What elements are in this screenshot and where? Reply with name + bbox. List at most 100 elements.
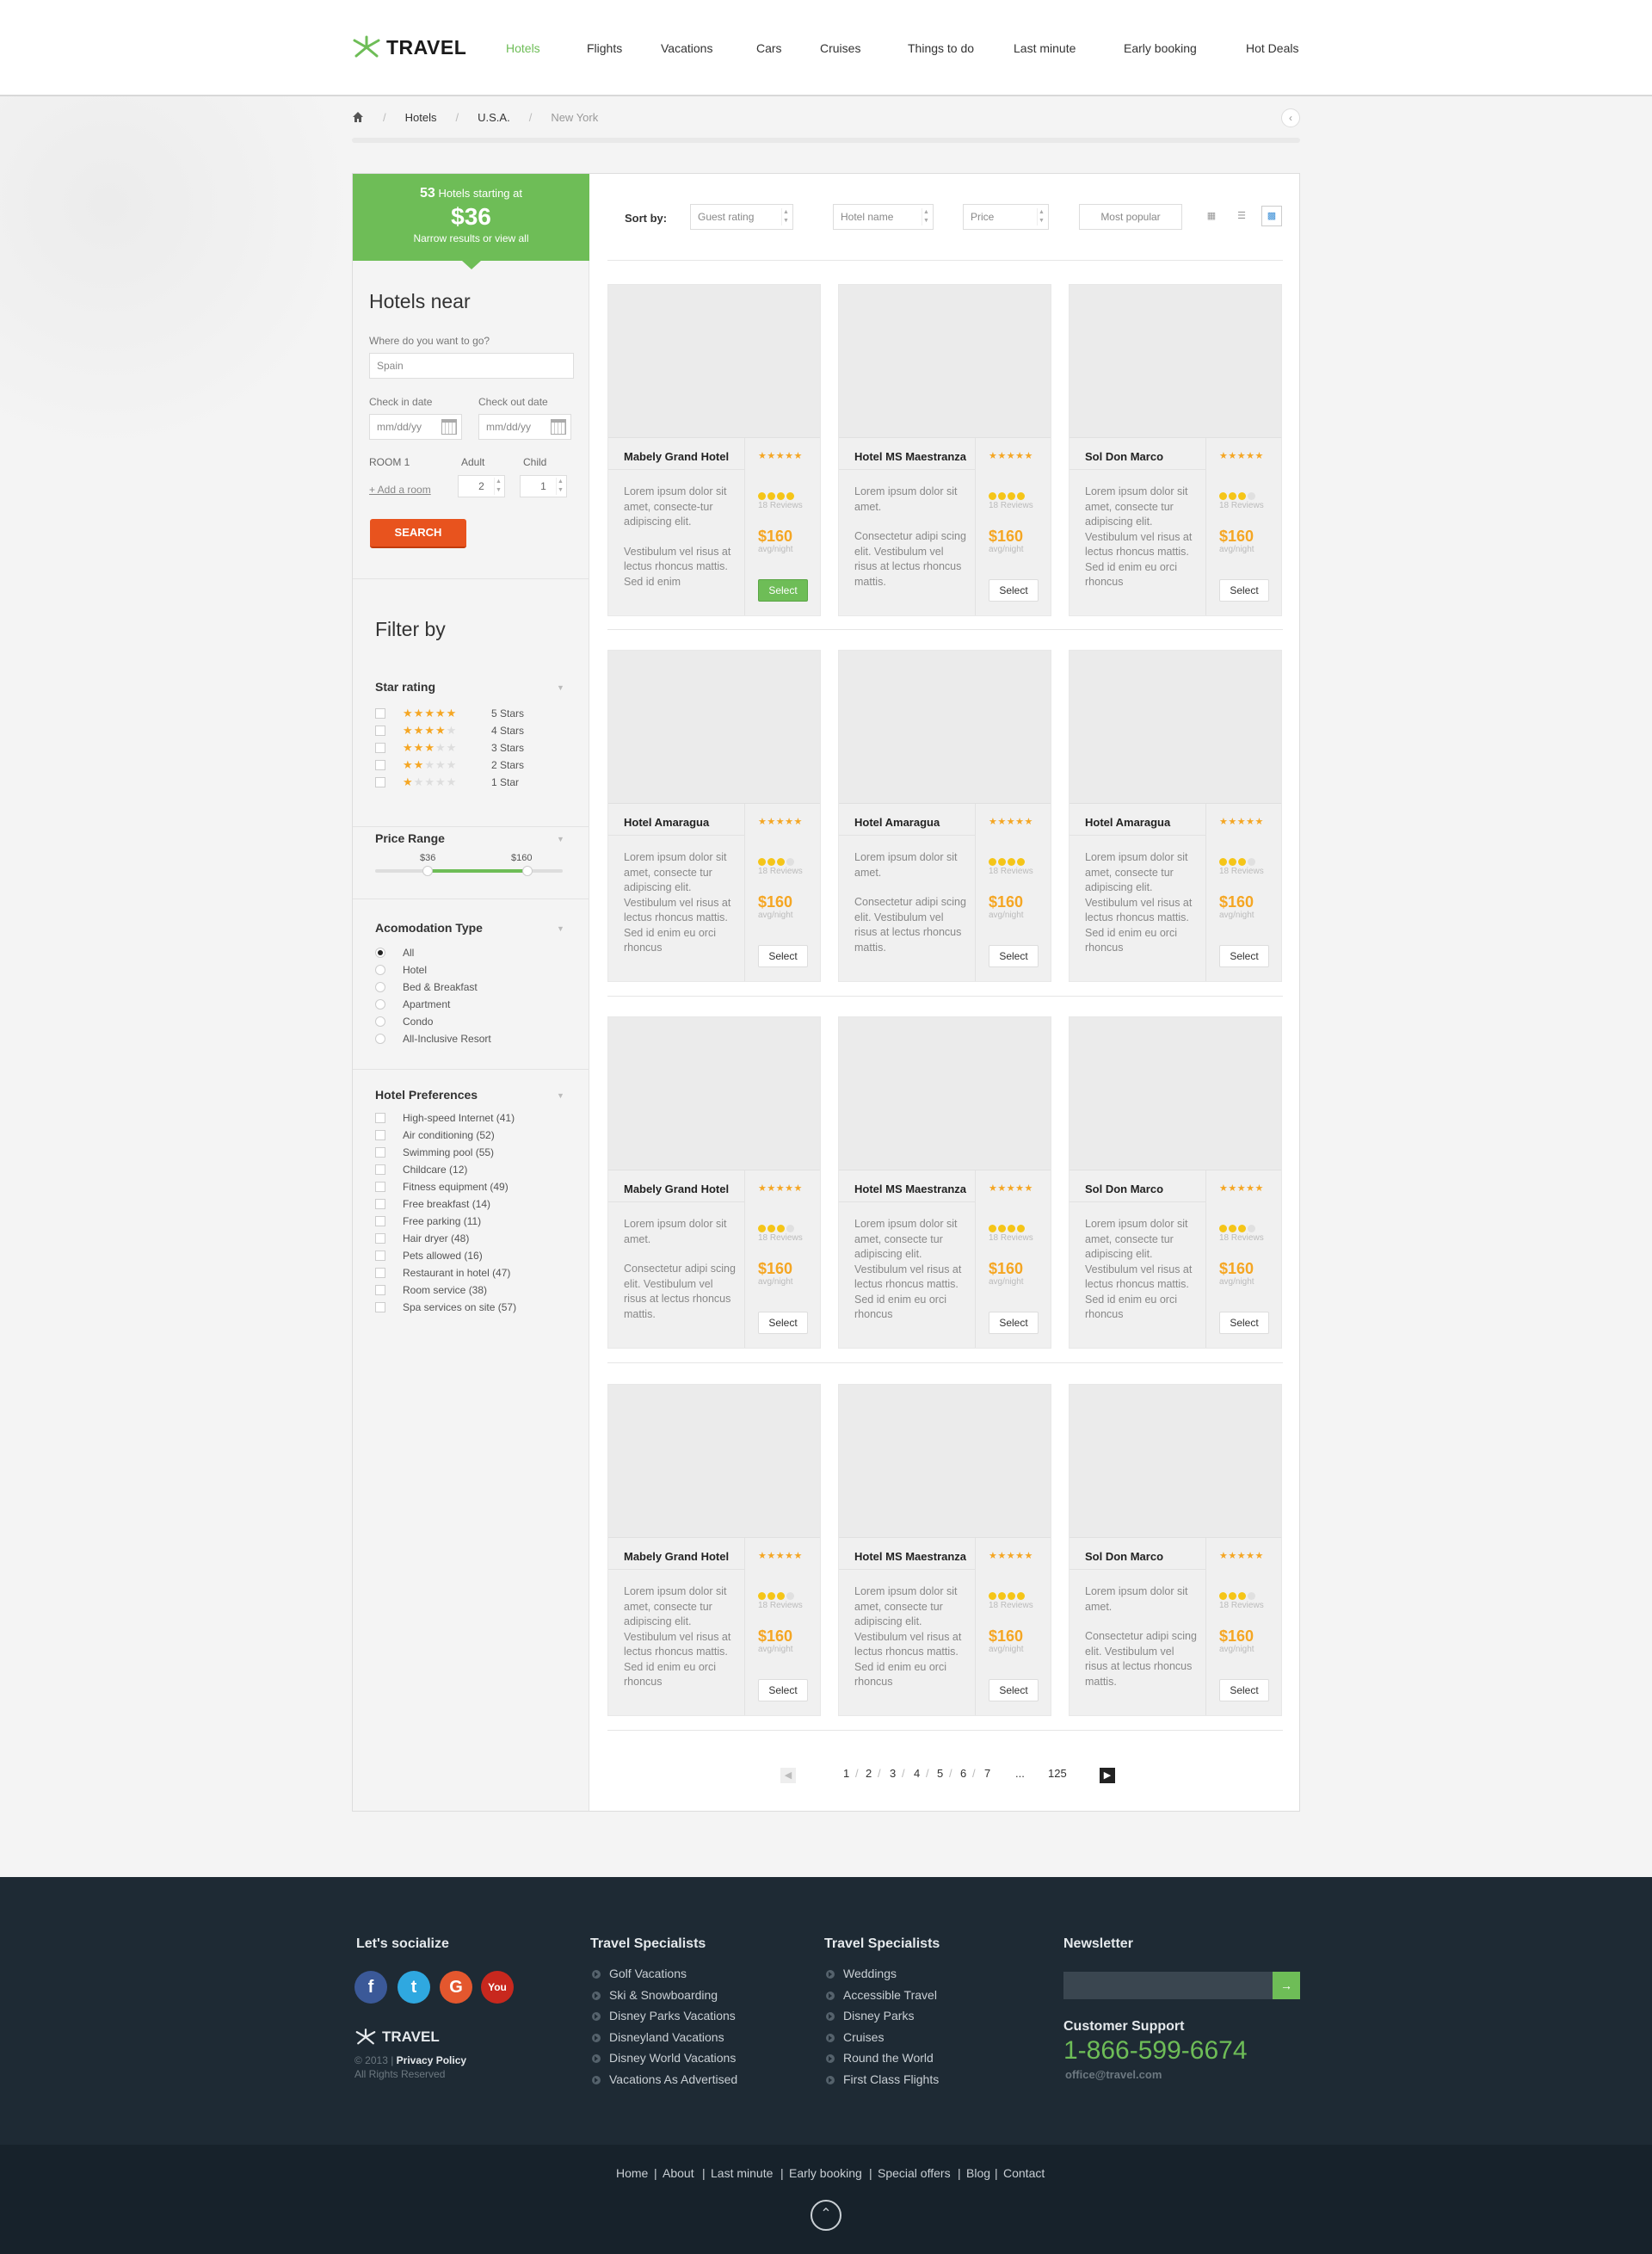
star-filter-checkbox[interactable] xyxy=(375,743,385,753)
footer-link[interactable]: Round the World xyxy=(843,2051,934,2065)
arrow-right-icon[interactable]: → xyxy=(1273,1972,1300,1999)
nav-hotels[interactable]: Hotels xyxy=(506,41,540,55)
hotel-image[interactable] xyxy=(839,651,1051,804)
hotel-image[interactable] xyxy=(608,651,820,804)
footer-link[interactable]: Accessible Travel xyxy=(843,1988,937,2002)
review-count[interactable]: 18 Reviews xyxy=(1219,1601,1264,1610)
hotel-name[interactable]: Sol Don Marco xyxy=(1085,1550,1163,1563)
destination-input[interactable]: Spain xyxy=(369,353,574,379)
sort-price-select[interactable]: Price ▲ ▼ xyxy=(963,204,1049,230)
facebook-icon[interactable]: f xyxy=(354,1971,387,2004)
review-count[interactable]: 18 Reviews xyxy=(758,1233,803,1243)
hotel-name[interactable]: Hotel Amaragua xyxy=(854,816,940,829)
hotel-card[interactable]: Hotel Amaragua ★★★★★ Lorem ipsum dolor sit… xyxy=(1069,650,1282,982)
preference-checkbox[interactable] xyxy=(375,1130,385,1140)
footer-link[interactable]: Disney Parks xyxy=(843,2009,914,2022)
hotel-image[interactable] xyxy=(1069,285,1281,438)
hotel-image[interactable] xyxy=(839,1017,1051,1170)
back-arrow-icon[interactable]: ‹ xyxy=(1281,108,1300,127)
prev-page-icon[interactable]: ◀ xyxy=(780,1768,796,1783)
hotel-image[interactable] xyxy=(839,285,1051,438)
bottom-nav-link[interactable]: Contact xyxy=(1003,2166,1045,2180)
hotel-card[interactable]: Hotel MS Maestranza ★★★★★ Lorem ipsum dolo… xyxy=(838,1384,1051,1716)
collapse-caret-icon[interactable]: ▼ xyxy=(557,835,564,843)
hotel-name[interactable]: Hotel Amaragua xyxy=(1085,816,1170,829)
hotel-name[interactable]: Mabely Grand Hotel xyxy=(624,450,729,463)
select-hotel-button[interactable]: Select xyxy=(989,1679,1039,1701)
hotel-card[interactable]: Mabely Grand Hotel ★★★★★ Lorem ipsum dolor… xyxy=(607,284,821,616)
review-count[interactable]: 18 Reviews xyxy=(989,1601,1033,1610)
hotel-card[interactable]: Mabely Grand Hotel ★★★★★ Lorem ipsum dolor… xyxy=(607,1016,821,1349)
select-hotel-button[interactable]: Select xyxy=(989,579,1039,602)
hotel-name[interactable]: Sol Don Marco xyxy=(1085,1183,1163,1195)
preference-checkbox[interactable] xyxy=(375,1302,385,1312)
sort-most-popular-button[interactable]: Most popular xyxy=(1079,204,1182,230)
select-hotel-button[interactable]: Select xyxy=(758,945,808,967)
hotel-name[interactable]: Hotel MS Maestranza xyxy=(854,1183,966,1195)
sort-hotel-name-select[interactable]: Hotel name ▲ ▼ xyxy=(833,204,934,230)
bottom-nav-link[interactable]: Blog xyxy=(966,2166,990,2180)
nav-cruises[interactable]: Cruises xyxy=(820,41,860,55)
hotel-name[interactable]: Sol Don Marco xyxy=(1085,450,1163,463)
select-hotel-button[interactable]: Select xyxy=(1219,1312,1269,1334)
adult-select[interactable]: 2 ▲ ▼ xyxy=(458,475,505,497)
nav-things-to-do[interactable]: Things to do xyxy=(908,41,974,55)
add-room-link[interactable]: + Add a room xyxy=(369,484,431,496)
price-slider[interactable] xyxy=(375,866,563,876)
review-count[interactable]: 18 Reviews xyxy=(1219,867,1264,876)
bottom-nav-link[interactable]: Last minute xyxy=(711,2166,773,2180)
home-icon[interactable] xyxy=(352,111,364,123)
footer-link[interactable]: Vacations As Advertised xyxy=(609,2072,737,2086)
review-count[interactable]: 18 Reviews xyxy=(989,867,1033,876)
breadcrumb-hotels[interactable]: Hotels xyxy=(405,111,437,124)
nav-flights[interactable]: Flights xyxy=(587,41,622,55)
hotel-card[interactable]: Hotel MS Maestranza ★★★★★ Lorem ipsum dolo… xyxy=(838,1016,1051,1349)
page-link[interactable]: 6 xyxy=(960,1767,966,1780)
bottom-nav-link[interactable]: About xyxy=(663,2166,694,2180)
preference-checkbox[interactable] xyxy=(375,1268,385,1278)
review-count[interactable]: 18 Reviews xyxy=(1219,501,1264,510)
price-slider-max-handle[interactable] xyxy=(521,866,533,876)
accommodation-radio[interactable] xyxy=(375,948,385,958)
hotel-name[interactable]: Mabely Grand Hotel xyxy=(624,1550,729,1563)
select-hotel-button[interactable]: Select xyxy=(989,1312,1039,1334)
bottom-nav-link[interactable]: Special offers xyxy=(878,2166,951,2180)
page-link[interactable]: 3 xyxy=(890,1767,896,1780)
grid-view-icon[interactable]: ▦ xyxy=(1201,206,1222,226)
hotel-card[interactable]: Mabely Grand Hotel ★★★★★ Lorem ipsum dolor… xyxy=(607,1384,821,1716)
results-summary[interactable]: 53 Hotels starting at $36 Narrow results… xyxy=(353,174,589,269)
hotel-card[interactable]: Hotel MS Maestranza ★★★★★ Lorem ipsum dolo… xyxy=(838,284,1051,616)
hotel-card[interactable]: Sol Don Marco ★★★★★ Lorem ipsum dolor sit … xyxy=(1069,1384,1282,1716)
select-hotel-button[interactable]: Select xyxy=(758,1679,808,1701)
footer-link[interactable]: Disney Parks Vacations xyxy=(609,2009,736,2022)
tile-view-icon[interactable]: ▩ xyxy=(1261,206,1282,226)
preference-checkbox[interactable] xyxy=(375,1285,385,1295)
hotel-name[interactable]: Mabely Grand Hotel xyxy=(624,1183,729,1195)
preference-checkbox[interactable] xyxy=(375,1199,385,1209)
preference-checkbox[interactable] xyxy=(375,1113,385,1123)
footer-link[interactable]: Golf Vacations xyxy=(609,1967,687,1980)
select-hotel-button[interactable]: Select xyxy=(758,1312,808,1334)
review-count[interactable]: 18 Reviews xyxy=(758,501,803,510)
hotel-image[interactable] xyxy=(1069,1385,1281,1538)
star-rating-heading[interactable]: Star rating xyxy=(375,680,435,694)
checkin-date-input[interactable]: mm/dd/yy xyxy=(369,414,462,440)
footer-link[interactable]: First Class Flights xyxy=(843,2072,939,2086)
hotel-image[interactable] xyxy=(1069,1017,1281,1170)
hotel-image[interactable] xyxy=(608,1017,820,1170)
hotel-image[interactable] xyxy=(608,285,820,438)
collapse-caret-icon[interactable]: ▼ xyxy=(557,924,564,933)
select-hotel-button[interactable]: Select xyxy=(1219,945,1269,967)
hotel-image[interactable] xyxy=(608,1385,820,1538)
footer-link[interactable]: Cruises xyxy=(843,2030,884,2044)
review-count[interactable]: 18 Reviews xyxy=(989,501,1033,510)
hotel-name[interactable]: Hotel MS Maestranza xyxy=(854,1550,966,1563)
star-filter-checkbox[interactable] xyxy=(375,760,385,770)
bottom-nav-link[interactable]: Home xyxy=(616,2166,648,2180)
collapse-caret-icon[interactable]: ▼ xyxy=(557,683,564,692)
footer-link[interactable]: Ski & Snowboarding xyxy=(609,1988,718,2002)
site-logo[interactable]: TRAVEL xyxy=(352,34,466,60)
review-count[interactable]: 18 Reviews xyxy=(989,1233,1033,1243)
newsletter-email-input[interactable] xyxy=(1063,1972,1273,1999)
hotel-card[interactable]: Hotel Amaragua ★★★★★ Lorem ipsum dolor sit… xyxy=(838,650,1051,982)
